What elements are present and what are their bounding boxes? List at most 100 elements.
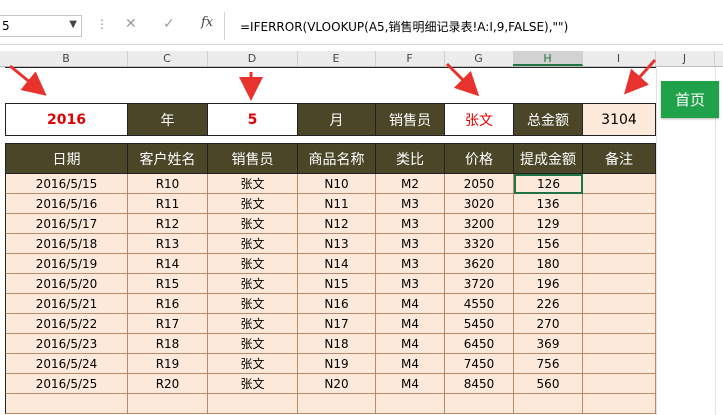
table-cell[interactable]: N15 bbox=[298, 274, 376, 294]
table-cell[interactable]: 2050 bbox=[445, 174, 514, 194]
table-cell[interactable]: N13 bbox=[298, 234, 376, 254]
insert-function-icon[interactable]: fx bbox=[201, 15, 213, 30]
column-header-d[interactable]: D bbox=[207, 51, 298, 66]
table-cell[interactable]: 2016/5/21 bbox=[5, 294, 128, 314]
table-cell[interactable]: 张文 bbox=[208, 294, 298, 314]
table-cell[interactable]: R20 bbox=[128, 374, 208, 394]
table-cell[interactable] bbox=[583, 194, 656, 214]
table-cell[interactable]: N12 bbox=[298, 214, 376, 234]
table-cell[interactable]: 8450 bbox=[445, 374, 514, 394]
table-cell[interactable]: 196 bbox=[514, 274, 583, 294]
table-cell[interactable]: R14 bbox=[128, 254, 208, 274]
table-cell[interactable] bbox=[583, 394, 656, 414]
table-cell[interactable] bbox=[583, 314, 656, 334]
table-cell[interactable] bbox=[583, 174, 656, 194]
table-cell[interactable]: 3320 bbox=[445, 234, 514, 254]
month-value-cell[interactable]: 5 bbox=[207, 103, 298, 136]
table-cell[interactable]: R18 bbox=[128, 334, 208, 354]
table-cell[interactable] bbox=[583, 234, 656, 254]
table-cell[interactable]: M2 bbox=[376, 174, 445, 194]
table-cell[interactable]: M4 bbox=[376, 314, 445, 334]
column-header-f[interactable]: F bbox=[375, 51, 445, 66]
table-cell[interactable]: R19 bbox=[128, 354, 208, 374]
table-cell[interactable] bbox=[583, 274, 656, 294]
table-cell[interactable]: 2016/5/20 bbox=[5, 274, 128, 294]
table-cell[interactable]: 3200 bbox=[445, 214, 514, 234]
table-cell[interactable]: 2016/5/24 bbox=[5, 354, 128, 374]
table-cell[interactable]: 156 bbox=[514, 234, 583, 254]
table-cell[interactable]: M3 bbox=[376, 274, 445, 294]
table-cell[interactable] bbox=[445, 394, 514, 414]
table-cell[interactable]: 136 bbox=[514, 194, 583, 214]
column-header-e[interactable]: E bbox=[297, 51, 376, 66]
table-cell[interactable]: M3 bbox=[376, 234, 445, 254]
table-cell[interactable]: 7450 bbox=[445, 354, 514, 374]
table-cell[interactable] bbox=[514, 394, 583, 414]
table-cell[interactable]: 560 bbox=[514, 374, 583, 394]
table-cell[interactable]: 129 bbox=[514, 214, 583, 234]
table-cell[interactable]: 5450 bbox=[445, 314, 514, 334]
table-cell[interactable]: R12 bbox=[128, 214, 208, 234]
table-cell[interactable]: 张文 bbox=[208, 314, 298, 334]
column-header-c[interactable]: C bbox=[127, 51, 208, 66]
seller-value-cell[interactable]: 张文 bbox=[444, 103, 514, 136]
table-cell[interactable]: N19 bbox=[298, 354, 376, 374]
table-cell[interactable]: 369 bbox=[514, 334, 583, 354]
table-cell[interactable] bbox=[583, 354, 656, 374]
table-cell[interactable] bbox=[376, 394, 445, 414]
column-header-b[interactable]: B bbox=[5, 51, 128, 66]
table-cell[interactable] bbox=[583, 214, 656, 234]
drag-handle-icon[interactable]: ⋮ bbox=[96, 17, 108, 31]
table-cell[interactable]: N11 bbox=[298, 194, 376, 214]
table-cell[interactable]: 张文 bbox=[208, 254, 298, 274]
table-cell[interactable]: N16 bbox=[298, 294, 376, 314]
table-cell[interactable]: 4550 bbox=[445, 294, 514, 314]
table-cell[interactable]: 2016/5/19 bbox=[5, 254, 128, 274]
table-cell[interactable]: N20 bbox=[298, 374, 376, 394]
table-cell[interactable] bbox=[5, 394, 128, 414]
table-cell[interactable] bbox=[583, 334, 656, 354]
column-header-j[interactable]: J bbox=[655, 51, 715, 66]
table-cell[interactable]: 6450 bbox=[445, 334, 514, 354]
table-cell[interactable]: 2016/5/25 bbox=[5, 374, 128, 394]
table-cell[interactable]: 2016/5/23 bbox=[5, 334, 128, 354]
table-cell[interactable]: 张文 bbox=[208, 274, 298, 294]
table-cell[interactable]: 126 bbox=[514, 174, 583, 194]
table-cell[interactable] bbox=[298, 394, 376, 414]
table-cell[interactable]: 张文 bbox=[208, 374, 298, 394]
table-cell[interactable]: N17 bbox=[298, 314, 376, 334]
table-cell[interactable]: 张文 bbox=[208, 234, 298, 254]
column-header-i[interactable]: I bbox=[582, 51, 656, 66]
table-cell[interactable]: N18 bbox=[298, 334, 376, 354]
table-cell[interactable] bbox=[583, 374, 656, 394]
column-header-g[interactable]: G bbox=[444, 51, 514, 66]
table-cell[interactable]: 3620 bbox=[445, 254, 514, 274]
table-cell[interactable]: R15 bbox=[128, 274, 208, 294]
table-cell[interactable]: 270 bbox=[514, 314, 583, 334]
table-cell[interactable]: M4 bbox=[376, 334, 445, 354]
table-cell[interactable]: 张文 bbox=[208, 194, 298, 214]
table-cell[interactable]: 张文 bbox=[208, 214, 298, 234]
table-cell[interactable] bbox=[583, 254, 656, 274]
table-cell[interactable]: M3 bbox=[376, 194, 445, 214]
table-cell[interactable]: R10 bbox=[128, 174, 208, 194]
total-value-cell[interactable]: 3104 bbox=[582, 103, 656, 136]
table-cell[interactable]: 张文 bbox=[208, 354, 298, 374]
table-cell[interactable]: 2016/5/18 bbox=[5, 234, 128, 254]
table-cell[interactable]: 2016/5/17 bbox=[5, 214, 128, 234]
table-cell[interactable] bbox=[583, 294, 656, 314]
table-cell[interactable]: 2016/5/16 bbox=[5, 194, 128, 214]
table-cell[interactable]: 3020 bbox=[445, 194, 514, 214]
home-button[interactable]: 首页 bbox=[661, 81, 719, 118]
table-cell[interactable]: 张文 bbox=[208, 334, 298, 354]
table-cell[interactable]: R13 bbox=[128, 234, 208, 254]
table-cell[interactable]: 226 bbox=[514, 294, 583, 314]
table-cell[interactable] bbox=[128, 394, 208, 414]
table-cell[interactable]: 756 bbox=[514, 354, 583, 374]
table-cell[interactable]: 3720 bbox=[445, 274, 514, 294]
table-cell[interactable] bbox=[208, 394, 298, 414]
cancel-icon[interactable]: ✕ bbox=[125, 16, 137, 32]
table-cell[interactable]: M3 bbox=[376, 214, 445, 234]
table-cell[interactable]: 2016/5/15 bbox=[5, 174, 128, 194]
chevron-down-icon[interactable]: ▼ bbox=[69, 19, 77, 30]
